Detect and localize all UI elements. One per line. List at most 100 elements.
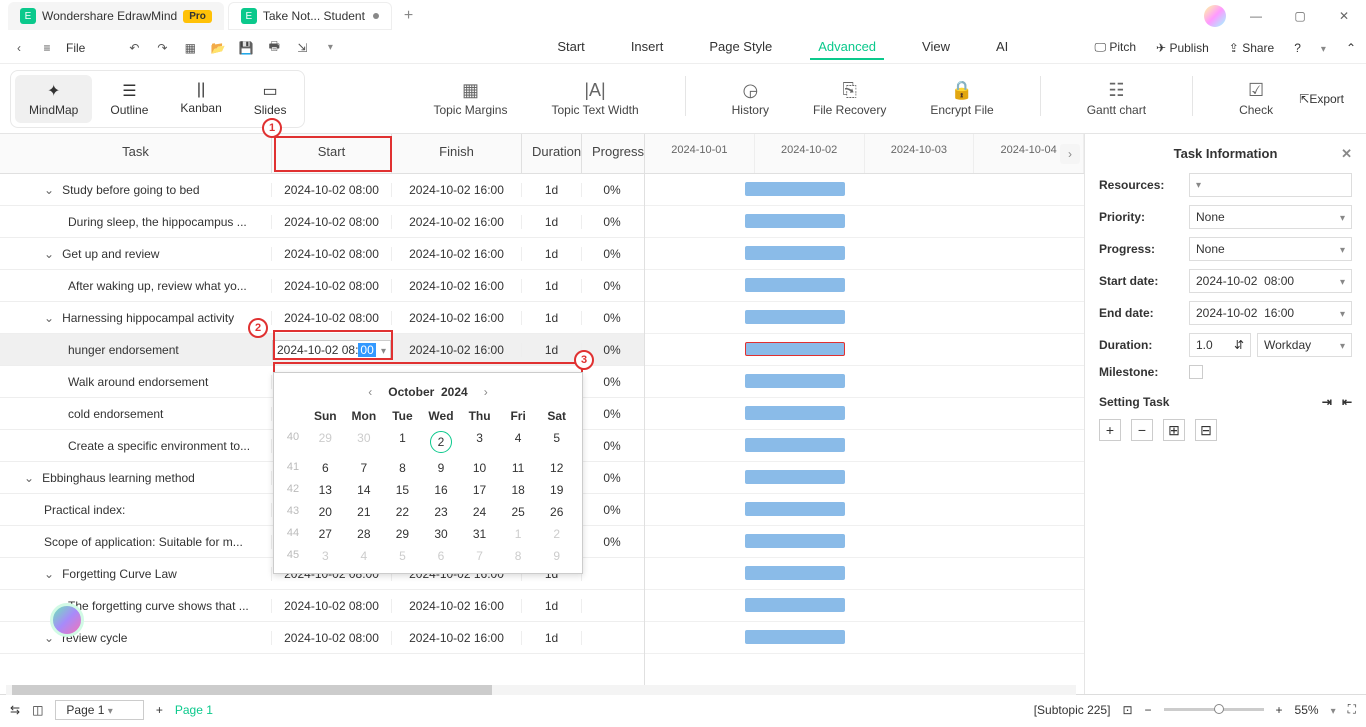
file-menu[interactable]: File	[66, 41, 85, 55]
menu-advanced[interactable]: Advanced	[810, 35, 884, 60]
cal-day[interactable]: 9	[537, 545, 576, 567]
zoom-slider[interactable]	[1164, 708, 1264, 711]
cal-day[interactable]: 16	[422, 479, 461, 501]
add-page-button[interactable]: +	[156, 703, 163, 717]
expand-icon[interactable]: ⌄	[44, 247, 54, 261]
cal-day[interactable]: 9	[422, 457, 461, 479]
menu-ai[interactable]: AI	[988, 35, 1016, 60]
start-cell[interactable]: 2024-10-02 08:00	[272, 599, 392, 613]
cal-day[interactable]: 8	[383, 457, 422, 479]
milestone-checkbox[interactable]	[1189, 365, 1203, 379]
close-button[interactable]: ✕	[1330, 2, 1358, 30]
prog-cell[interactable]: 0%	[582, 183, 642, 197]
cal-day[interactable]: 15	[383, 479, 422, 501]
cal-day[interactable]: 8	[499, 545, 538, 567]
maximize-button[interactable]: ▢	[1286, 2, 1314, 30]
horizontal-scrollbar[interactable]	[6, 685, 1076, 695]
cal-day[interactable]: 12	[537, 457, 576, 479]
gantt-bar[interactable]	[745, 182, 845, 196]
progress-field[interactable]: None	[1189, 237, 1352, 261]
finish-cell[interactable]: 2024-10-02 16:00	[392, 343, 522, 357]
cal-day[interactable]: 20	[306, 501, 345, 523]
gantt-chart-button[interactable]: ☷Gantt chart	[1079, 76, 1154, 121]
cal-day[interactable]: 27	[306, 523, 345, 545]
gantt-bar[interactable]	[745, 374, 845, 388]
help-button[interactable]: ?	[1294, 41, 1301, 55]
start-cell[interactable]: 2024-10-02 08:00	[272, 631, 392, 645]
page-selector[interactable]: Page 1	[55, 700, 143, 720]
cal-day[interactable]: 19	[537, 479, 576, 501]
priority-field[interactable]: None	[1189, 205, 1352, 229]
cal-day[interactable]: 14	[345, 479, 384, 501]
grid-view-button[interactable]: ⊞	[1163, 419, 1185, 441]
finish-cell[interactable]: 2024-10-02 16:00	[392, 631, 522, 645]
prog-cell[interactable]: 0%	[582, 343, 642, 357]
table-row[interactable]: ⌄Study before going to bed2024-10-02 08:…	[0, 174, 644, 206]
cal-day[interactable]: 30	[345, 427, 384, 457]
col-start[interactable]: Start	[272, 134, 392, 173]
col-task[interactable]: Task	[0, 134, 272, 173]
prog-cell[interactable]: 0%	[582, 311, 642, 325]
check-button[interactable]: ☑Check	[1231, 76, 1281, 121]
new-button[interactable]: ▦	[181, 39, 199, 57]
gantt-bar[interactable]	[745, 598, 845, 612]
table-row[interactable]: The forgetting curve shows that ...2024-…	[0, 590, 644, 622]
dur-cell[interactable]: 1d	[522, 279, 582, 293]
table-row[interactable]: hunger endorsement2024-10-02 08:00 2024-…	[0, 334, 644, 366]
expand-icon[interactable]: ⌄	[24, 471, 34, 485]
expand-icon[interactable]: ⌄	[44, 183, 54, 197]
prog-cell[interactable]: 0%	[582, 535, 642, 549]
cal-day[interactable]: 4	[499, 427, 538, 457]
menu-button[interactable]: ≡	[38, 39, 56, 57]
table-row[interactable]: After waking up, review what yo...2024-1…	[0, 270, 644, 302]
cal-day[interactable]: 28	[345, 523, 384, 545]
view-mindmap[interactable]: ✦MindMap	[15, 75, 92, 123]
finish-cell[interactable]: 2024-10-02 16:00	[392, 599, 522, 613]
start-cell[interactable]: 2024-10-02 08:00	[272, 247, 392, 261]
gantt-bar[interactable]	[745, 438, 845, 452]
finish-cell[interactable]: 2024-10-02 16:00	[392, 183, 522, 197]
col-duration[interactable]: Duration	[522, 134, 582, 173]
back-button[interactable]: ‹	[10, 39, 28, 57]
collapse-all-button[interactable]: −	[1131, 419, 1153, 441]
dur-cell[interactable]: 1d	[522, 631, 582, 645]
prog-cell[interactable]: 0%	[582, 279, 642, 293]
cal-day[interactable]: 23	[422, 501, 461, 523]
expand-icon[interactable]: ⌄	[44, 631, 54, 645]
cal-day[interactable]: 2	[537, 523, 576, 545]
zoom-in-button[interactable]: +	[1276, 703, 1283, 717]
dur-cell[interactable]: 1d	[522, 215, 582, 229]
start-cell[interactable]: 2024-10-02 08:00	[272, 311, 392, 325]
undo-button[interactable]: ↶	[125, 39, 143, 57]
topic-text-width-button[interactable]: |A|Topic Text Width	[543, 76, 646, 121]
panel-close-button[interactable]: ✕	[1341, 146, 1352, 162]
cal-day[interactable]: 22	[383, 501, 422, 523]
more-quick-button[interactable]	[321, 39, 339, 57]
prog-cell[interactable]: 0%	[582, 471, 642, 485]
cal-next-button[interactable]	[478, 385, 494, 399]
prog-cell[interactable]: 0%	[582, 439, 642, 453]
gantt-bar[interactable]	[745, 470, 845, 484]
duration-unit-field[interactable]: Workday	[1257, 333, 1352, 357]
prog-cell[interactable]: 0%	[582, 215, 642, 229]
date-picker[interactable]: October 2024 SunMonTueWedThuFriSat402930…	[273, 372, 583, 574]
history-button[interactable]: ◶History	[724, 76, 777, 121]
cal-day[interactable]: 1	[383, 427, 422, 457]
dur-cell[interactable]: 1d	[522, 311, 582, 325]
dur-cell[interactable]: 1d	[522, 599, 582, 613]
cal-day[interactable]: 29	[383, 523, 422, 545]
open-button[interactable]: 📂	[209, 39, 227, 57]
start-date-field[interactable]: 2024-10-02 08:00	[1189, 269, 1352, 293]
gantt-bar[interactable]	[745, 534, 845, 548]
gantt-bar[interactable]	[745, 214, 845, 228]
gantt-bar[interactable]	[745, 310, 845, 324]
table-row[interactable]: During sleep, the hippocampus ...2024-10…	[0, 206, 644, 238]
menu-view[interactable]: View	[914, 35, 958, 60]
finish-cell[interactable]: 2024-10-02 16:00	[392, 247, 522, 261]
dur-cell[interactable]: 1d	[522, 247, 582, 261]
print-button[interactable]: 🖶	[265, 39, 283, 57]
cal-day[interactable]: 26	[537, 501, 576, 523]
duration-value-field[interactable]: 1.0⇵	[1189, 333, 1251, 357]
cal-day[interactable]: 2	[422, 427, 461, 457]
redo-button[interactable]: ↷	[153, 39, 171, 57]
